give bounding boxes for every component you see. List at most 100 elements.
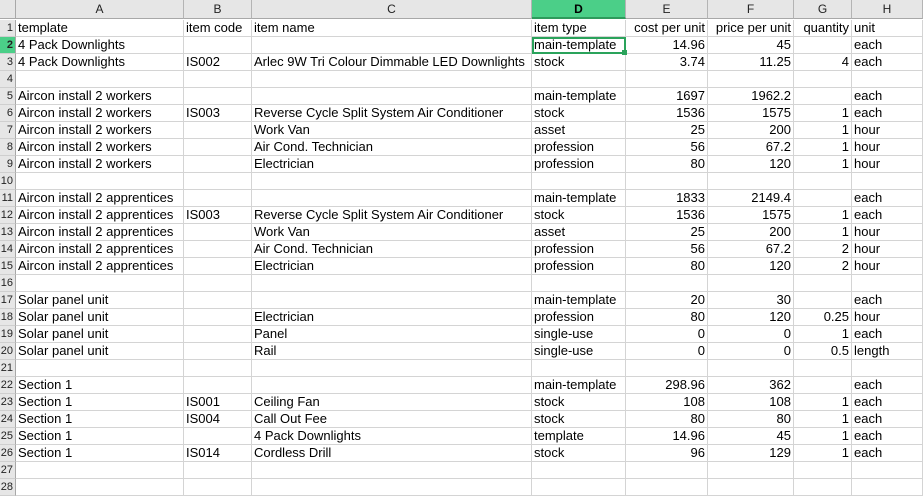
- cell-a5[interactable]: Aircon install 2 workers: [16, 88, 184, 105]
- row-header[interactable]: 2: [0, 37, 16, 54]
- cell-d24[interactable]: stock: [532, 411, 626, 428]
- cell-c13[interactable]: Work Van: [252, 224, 532, 241]
- selected-cell[interactable]: main-template: [532, 37, 626, 54]
- column-header-h[interactable]: H: [852, 0, 923, 19]
- cell-b7[interactable]: [184, 122, 252, 139]
- row-header[interactable]: 23: [0, 394, 16, 411]
- cell-c22[interactable]: [252, 377, 532, 394]
- cell-a28[interactable]: [16, 479, 184, 496]
- cell-h3[interactable]: each: [852, 54, 923, 71]
- cell-d14[interactable]: profession: [532, 241, 626, 258]
- cell-b28[interactable]: [184, 479, 252, 496]
- cell-d6[interactable]: stock: [532, 105, 626, 122]
- row-header[interactable]: 14: [0, 241, 16, 258]
- cell-h10[interactable]: [852, 173, 923, 190]
- cell-c17[interactable]: [252, 292, 532, 309]
- cell-h15[interactable]: hour: [852, 258, 923, 275]
- cell-a17[interactable]: Solar panel unit: [16, 292, 184, 309]
- cell-d15[interactable]: profession: [532, 258, 626, 275]
- cell-f26[interactable]: 129: [708, 445, 794, 462]
- cell-d7[interactable]: asset: [532, 122, 626, 139]
- cell-g13[interactable]: 1: [794, 224, 852, 241]
- cell-g18[interactable]: 0.25: [794, 309, 852, 326]
- cell-e17[interactable]: 20: [626, 292, 708, 309]
- cell-d9[interactable]: profession: [532, 156, 626, 173]
- cell-e21[interactable]: [626, 360, 708, 377]
- cell-b13[interactable]: [184, 224, 252, 241]
- row-header[interactable]: 7: [0, 122, 16, 139]
- row-header[interactable]: 10: [0, 173, 16, 190]
- cell-d21[interactable]: [532, 360, 626, 377]
- cell-c24[interactable]: Call Out Fee: [252, 411, 532, 428]
- cell-b21[interactable]: [184, 360, 252, 377]
- cell-a9[interactable]: Aircon install 2 workers: [16, 156, 184, 173]
- cell-g23[interactable]: 1: [794, 394, 852, 411]
- row-header[interactable]: 6: [0, 105, 16, 122]
- cell-g28[interactable]: [794, 479, 852, 496]
- cell-c23[interactable]: Ceiling Fan: [252, 394, 532, 411]
- cell-h9[interactable]: hour: [852, 156, 923, 173]
- cell-d11[interactable]: main-template: [532, 190, 626, 207]
- cell-a12[interactable]: Aircon install 2 apprentices: [16, 207, 184, 224]
- select-all-corner[interactable]: [0, 0, 16, 19]
- row-header[interactable]: 8: [0, 139, 16, 156]
- column-header-b[interactable]: B: [184, 0, 252, 19]
- cell-e18[interactable]: 80: [626, 309, 708, 326]
- cell-a15[interactable]: Aircon install 2 apprentices: [16, 258, 184, 275]
- cell-g2[interactable]: [794, 37, 852, 54]
- cell-g1[interactable]: quantity: [794, 20, 852, 37]
- cell-e22[interactable]: 298.96: [626, 377, 708, 394]
- cell-c27[interactable]: [252, 462, 532, 479]
- cell-b24[interactable]: IS004: [184, 411, 252, 428]
- cell-a20[interactable]: Solar panel unit: [16, 343, 184, 360]
- cell-b14[interactable]: [184, 241, 252, 258]
- cell-g24[interactable]: 1: [794, 411, 852, 428]
- cell-e9[interactable]: 80: [626, 156, 708, 173]
- cell-c20[interactable]: Rail: [252, 343, 532, 360]
- row-header[interactable]: 15: [0, 258, 16, 275]
- cell-d25[interactable]: template: [532, 428, 626, 445]
- cell-e1[interactable]: cost per unit: [626, 20, 708, 37]
- cell-e16[interactable]: [626, 275, 708, 292]
- fill-handle[interactable]: [622, 50, 627, 55]
- row-header[interactable]: 24: [0, 411, 16, 428]
- cell-h19[interactable]: each: [852, 326, 923, 343]
- cell-g16[interactable]: [794, 275, 852, 292]
- cell-a24[interactable]: Section 1: [16, 411, 184, 428]
- cell-c16[interactable]: [252, 275, 532, 292]
- row-header[interactable]: 3: [0, 54, 16, 71]
- cell-h20[interactable]: length: [852, 343, 923, 360]
- cell-h22[interactable]: each: [852, 377, 923, 394]
- cell-b22[interactable]: [184, 377, 252, 394]
- column-header-e[interactable]: E: [626, 0, 708, 19]
- column-header-f[interactable]: F: [708, 0, 794, 19]
- cell-f2[interactable]: 45: [708, 37, 794, 54]
- cell-b15[interactable]: [184, 258, 252, 275]
- row-header[interactable]: 1: [0, 20, 16, 37]
- row-header[interactable]: 26: [0, 445, 16, 462]
- cell-c1[interactable]: item name: [252, 20, 532, 37]
- cell-h12[interactable]: each: [852, 207, 923, 224]
- cell-d16[interactable]: [532, 275, 626, 292]
- cell-e14[interactable]: 56: [626, 241, 708, 258]
- column-header-d[interactable]: D: [532, 0, 626, 19]
- cell-d26[interactable]: stock: [532, 445, 626, 462]
- cell-g3[interactable]: 4: [794, 54, 852, 71]
- cell-h18[interactable]: hour: [852, 309, 923, 326]
- cell-g5[interactable]: [794, 88, 852, 105]
- column-header-g[interactable]: G: [794, 0, 852, 19]
- cell-e27[interactable]: [626, 462, 708, 479]
- cell-d10[interactable]: [532, 173, 626, 190]
- cell-a3[interactable]: 4 Pack Downlights: [16, 54, 184, 71]
- cell-g22[interactable]: [794, 377, 852, 394]
- cell-h14[interactable]: hour: [852, 241, 923, 258]
- cell-c7[interactable]: Work Van: [252, 122, 532, 139]
- cell-c11[interactable]: [252, 190, 532, 207]
- cell-e26[interactable]: 96: [626, 445, 708, 462]
- cell-h13[interactable]: hour: [852, 224, 923, 241]
- cell-a6[interactable]: Aircon install 2 workers: [16, 105, 184, 122]
- cell-e4[interactable]: [626, 71, 708, 88]
- cell-f8[interactable]: 67.2: [708, 139, 794, 156]
- cell-e24[interactable]: 80: [626, 411, 708, 428]
- cell-b23[interactable]: IS001: [184, 394, 252, 411]
